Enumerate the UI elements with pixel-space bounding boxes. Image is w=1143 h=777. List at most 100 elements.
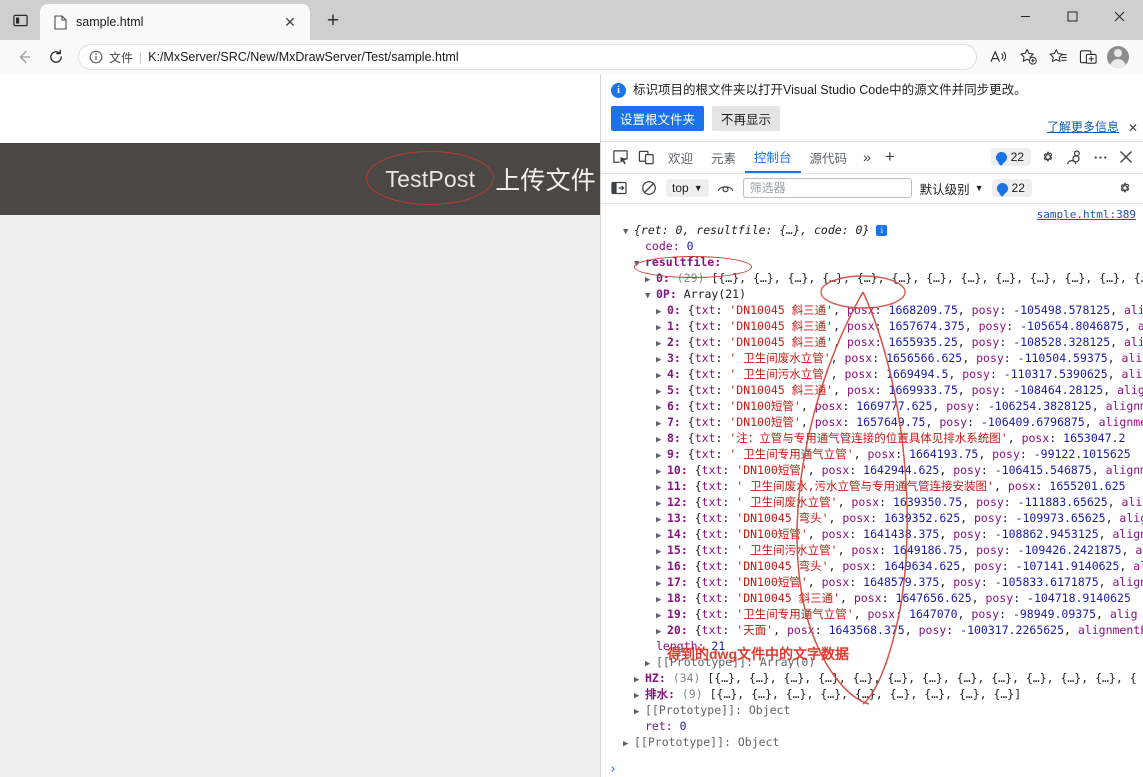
expand-arrow-item[interactable] <box>656 352 667 366</box>
maximize-button[interactable] <box>1049 0 1096 32</box>
console-prompt[interactable]: › <box>601 762 1143 777</box>
console-item-row[interactable]: 4: {txt: ' 卫生间污水立管', posx: 1669494.5, po… <box>601 366 1143 382</box>
expand-arrow-item[interactable] <box>656 400 667 414</box>
expand-arrow-group0p[interactable] <box>645 288 656 302</box>
customize-icon[interactable] <box>1061 144 1087 170</box>
expand-arrow-item[interactable] <box>656 592 667 606</box>
tab-welcome[interactable]: 欢迎 <box>659 142 702 173</box>
url-text[interactable]: K:/MxServer/SRC/New/MxDrawServer/Test/sa… <box>148 50 970 64</box>
tab-elements[interactable]: 元素 <box>702 142 745 173</box>
expand-arrow-item[interactable] <box>656 560 667 574</box>
log-level-select[interactable]: 默认级别 ▼ <box>916 177 988 200</box>
console-item-row[interactable]: 16: {txt: 'DN10045 弯头', posx: 1649634.62… <box>601 558 1143 574</box>
site-info-icon[interactable] <box>89 50 103 64</box>
console-row-resultfile[interactable]: resultfile: <box>601 254 1143 270</box>
console-settings-icon[interactable] <box>1112 175 1138 201</box>
expand-arrow-item[interactable] <box>656 384 667 398</box>
more-tabs-icon[interactable]: » <box>856 149 878 165</box>
console-item-row[interactable]: 14: {txt: 'DN100短管', posx: 1641438.375, … <box>601 526 1143 542</box>
console-item-row[interactable]: 18: {txt: 'DN10045 斜三通', posx: 1647656.6… <box>601 590 1143 606</box>
console-row-group0p[interactable]: 0P: Array(21) <box>601 286 1143 302</box>
expand-arrow-item[interactable] <box>656 448 667 462</box>
minimize-button[interactable] <box>1002 0 1049 32</box>
console-item-row[interactable]: 13: {txt: 'DN10045 弯头', posx: 1639352.62… <box>601 510 1143 526</box>
expand-arrow-item[interactable] <box>656 576 667 590</box>
back-button[interactable] <box>8 42 40 72</box>
expand-arrow-item[interactable] <box>656 624 667 638</box>
nav-link-upload-file[interactable]: 上传文件 <box>485 161 600 197</box>
add-tab-button[interactable]: + <box>878 147 902 167</box>
expand-arrow-root[interactable] <box>623 224 634 238</box>
banner-close-icon[interactable]: ✕ <box>1128 121 1138 135</box>
expand-arrow-resultfile[interactable] <box>634 256 645 270</box>
expand-arrow-item[interactable] <box>656 480 667 494</box>
expand-arrow-item[interactable] <box>656 528 667 542</box>
console-row-hz[interactable]: HZ: (34) [{…}, {…}, {…}, {…}, {…}, {…}, … <box>601 670 1143 686</box>
expand-arrow-item[interactable] <box>656 496 667 510</box>
source-link[interactable]: sample.html:389 <box>1037 208 1136 221</box>
expand-arrow-item[interactable] <box>656 368 667 382</box>
settings-gear-icon[interactable] <box>1035 144 1061 170</box>
console-item-row[interactable]: 7: {txt: 'DN100短管', posx: 1657649.75, po… <box>601 414 1143 430</box>
live-expression-icon[interactable] <box>713 175 739 201</box>
nav-link-testpost[interactable]: TestPost <box>375 166 485 193</box>
expand-arrow-item[interactable] <box>656 320 667 334</box>
console-filter-input[interactable] <box>742 178 912 199</box>
expand-arrow-proto-object-outer[interactable] <box>623 736 634 750</box>
console-row-group0[interactable]: 0: (29) [{…}, {…}, {…}, {…}, {…}, {…}, {… <box>601 270 1143 286</box>
console-item-row[interactable]: 20: {txt: '天面', posx: 1643568.375, posy:… <box>601 622 1143 638</box>
console-row-proto-object-outer[interactable]: [[Prototype]]: Object <box>601 734 1143 750</box>
profile-avatar[interactable] <box>1107 46 1129 68</box>
expand-arrow-item[interactable] <box>656 544 667 558</box>
expand-arrow-item[interactable] <box>656 464 667 478</box>
console-item-row[interactable]: 19: {txt: '卫生间专用通气立管', posx: 1647070, po… <box>601 606 1143 622</box>
omnibox[interactable]: 文件 | K:/MxServer/SRC/New/MxDrawServer/Te… <box>78 44 977 70</box>
console-item-row[interactable]: 5: {txt: 'DN10045 斜三通', posx: 1669933.75… <box>601 382 1143 398</box>
device-toolbar-icon[interactable] <box>633 144 659 170</box>
console-item-row[interactable]: 17: {txt: 'DN100短管', posx: 1648579.375, … <box>601 574 1143 590</box>
expand-arrow-item[interactable] <box>656 336 667 350</box>
console-output[interactable]: sample.html:389 {ret: 0, resultfile: {…}… <box>601 203 1143 777</box>
inspect-element-icon[interactable] <box>607 144 633 170</box>
close-devtools-icon[interactable] <box>1113 144 1139 170</box>
tab-search-icon[interactable] <box>0 0 40 40</box>
expand-arrow-item[interactable] <box>656 304 667 318</box>
add-favorite-icon[interactable] <box>1013 43 1043 71</box>
console-row-proto-array[interactable]: [[Prototype]]: Array(0) <box>601 654 1143 670</box>
console-item-row[interactable]: 3: {txt: ' 卫生间废水立管', posx: 1656566.625, … <box>601 350 1143 366</box>
console-row-proto-object-inner[interactable]: [[Prototype]]: Object <box>601 702 1143 718</box>
learn-more-link[interactable]: 了解更多信息 <box>1047 118 1119 135</box>
console-issues-badge[interactable]: 22 <box>991 179 1032 198</box>
console-item-row[interactable]: 8: {txt: '注：立管与专用通气管连接的位置具体见排水系统图', posx… <box>601 430 1143 446</box>
close-button[interactable] <box>1096 0 1143 32</box>
more-options-icon[interactable] <box>1087 144 1113 170</box>
console-item-row[interactable]: 1: {txt: 'DN10045 斜三通', posx: 1657674.37… <box>601 318 1143 334</box>
collections-icon[interactable] <box>1073 43 1103 71</box>
console-item-row[interactable]: 2: {txt: 'DN10045 斜三通', posx: 1655935.25… <box>601 334 1143 350</box>
tab-sources[interactable]: 源代码 <box>801 142 857 173</box>
favorites-icon[interactable] <box>1043 43 1073 71</box>
info-badge-icon[interactable]: i <box>876 224 888 236</box>
tab-close-icon[interactable]: ✕ <box>278 10 302 34</box>
console-item-row[interactable]: 11: {txt: ' 卫生间废水,污水立管与专用通气管连接安装图', posx… <box>601 478 1143 494</box>
execution-context-select[interactable]: top ▼ <box>666 179 709 198</box>
expand-arrow-item[interactable] <box>656 416 667 430</box>
read-aloud-icon[interactable] <box>983 43 1013 71</box>
console-item-row[interactable]: 9: {txt: ' 卫生间专用通气立管', posx: 1664193.75,… <box>601 446 1143 462</box>
expand-arrow-item[interactable] <box>656 512 667 526</box>
expand-arrow-item[interactable] <box>656 432 667 446</box>
browser-tab[interactable]: sample.html ✕ <box>40 4 310 40</box>
console-row-root[interactable]: {ret: 0, resultfile: {…}, code: 0} i <box>601 222 1143 238</box>
expand-arrow-paishui[interactable] <box>634 688 645 702</box>
tab-console[interactable]: 控制台 <box>745 142 801 173</box>
expand-arrow-item[interactable] <box>656 608 667 622</box>
expand-arrow-hz[interactable] <box>634 672 645 686</box>
expand-arrow-proto-object-inner[interactable] <box>634 704 645 718</box>
dont-show-again-button[interactable]: 不再显示 <box>712 105 781 131</box>
console-item-row[interactable]: 6: {txt: 'DN100短管', posx: 1669777.625, p… <box>601 398 1143 414</box>
expand-arrow-proto-array[interactable] <box>645 656 656 670</box>
console-item-row[interactable]: 15: {txt: ' 卫生间污水立管', posx: 1649186.75, … <box>601 542 1143 558</box>
console-row-paishui[interactable]: 排水: (9) [{…}, {…}, {…}, {…}, {…}, {…}, {… <box>601 686 1143 702</box>
console-item-row[interactable]: 0: {txt: 'DN10045 斜三通', posx: 1668209.75… <box>601 302 1143 318</box>
new-tab-button[interactable]: + <box>316 4 350 38</box>
